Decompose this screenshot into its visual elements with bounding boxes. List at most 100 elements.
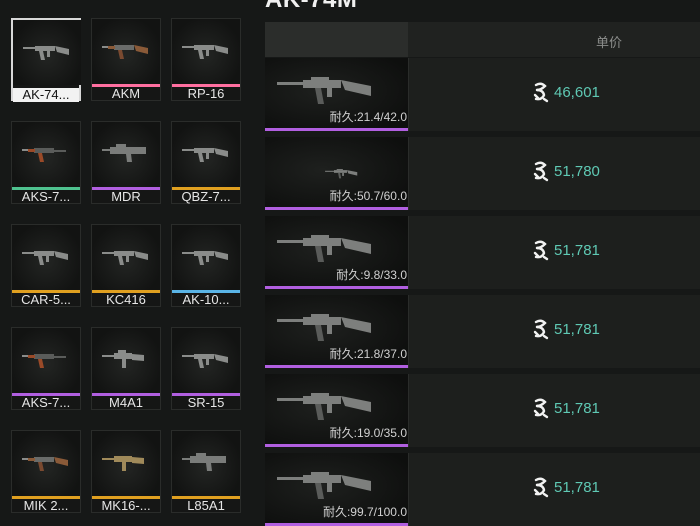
weapon-name: MK16-... [101, 499, 151, 513]
listing-row[interactable]: 耐久:99.7/100.0 51,781 [265, 453, 700, 526]
listing-item-image: 耐久:99.7/100.0 [265, 453, 408, 526]
price-cell: 46,601 [408, 58, 700, 131]
weapon-name: L85A1 [187, 499, 225, 513]
weapon-name: SR-15 [187, 396, 225, 410]
price-cell: 51,781 [408, 374, 700, 447]
unit-price: 51,781 [554, 400, 600, 417]
unit-price: 51,781 [554, 479, 600, 496]
ak-rifle-icon [324, 168, 357, 178]
currency-icon [533, 398, 549, 419]
weapon-card[interactable]: AKM [91, 18, 161, 101]
rifle-icon [22, 251, 68, 265]
currency-icon [532, 81, 550, 103]
aks-icon [22, 148, 66, 162]
weapon-thumbnail [172, 122, 240, 187]
weapon-thumbnail [172, 328, 240, 393]
weapon-card[interactable]: KC416 [91, 224, 161, 307]
rifle-icon [23, 46, 69, 60]
weapon-thumbnail [12, 225, 80, 290]
price-cell: 51,781 [408, 453, 700, 526]
weapon-card[interactable]: MK16-... [91, 430, 161, 513]
unit-price: 46,601 [554, 84, 600, 101]
rifle-icon [182, 45, 228, 59]
listing-item-image: 耐久:19.0/35.0 [265, 374, 408, 447]
listing-item-image: 耐久:21.8/37.0 [265, 295, 408, 368]
weapon-thumbnail [12, 431, 80, 496]
listing-header-price-column: 单价 [408, 22, 700, 57]
currency-icon [533, 477, 549, 498]
durability-text: 耐久:50.7/60.0 [329, 189, 407, 203]
price-cell: 51,781 [408, 216, 700, 289]
rifle-icon [182, 148, 228, 162]
weapon-thumbnail [12, 328, 80, 393]
durability-text: 耐久:19.0/35.0 [329, 426, 407, 440]
tan-rifle-icon [102, 456, 144, 471]
unit-price: 51,781 [554, 242, 600, 259]
rarity-bar [265, 444, 408, 447]
listing-row[interactable]: 耐久:21.8/37.0 51,781 [265, 295, 700, 368]
weapon-name: AKM [111, 87, 141, 101]
listing-row[interactable]: 耐久:19.0/35.0 51,781 [265, 374, 700, 447]
ak-rifle-icon [277, 235, 371, 262]
weapon-card[interactable]: AKS-7... [11, 121, 81, 204]
ak-rifle-icon [277, 393, 371, 420]
weapon-name: AK-74... [13, 88, 79, 102]
weapon-card[interactable]: RP-16 [171, 18, 241, 101]
weapon-name: CAR-5... [21, 293, 71, 307]
bullpup-icon [182, 453, 226, 471]
weapon-name: QBZ-7... [181, 190, 231, 204]
currency-icon [533, 82, 549, 103]
weapon-card[interactable]: AKS-7... [11, 327, 81, 410]
weapon-name: RP-16 [187, 87, 225, 101]
listing-item-image: 耐久:21.4/42.0 [265, 58, 408, 131]
ak-rifle-icon [277, 472, 371, 499]
akm-icon [102, 45, 148, 59]
weapon-thumbnail [92, 122, 160, 187]
weapon-card[interactable]: M4A1 [91, 327, 161, 410]
weapon-name: MIK 2... [23, 499, 69, 513]
listing-row[interactable]: 耐久:21.4/42.0 46,601 [265, 58, 700, 131]
rarity-bar [265, 286, 408, 289]
listing-row[interactable]: 耐久:9.8/33.0 51,781 [265, 216, 700, 289]
weapon-thumbnail [92, 328, 160, 393]
weapon-card[interactable]: AK-10... [171, 224, 241, 307]
listing-item-image: 耐久:50.7/60.0 [265, 137, 408, 210]
rarity-bar [265, 365, 408, 368]
ak-rifle-icon [277, 314, 371, 341]
listing-item-image: 耐久:9.8/33.0 [265, 216, 408, 289]
currency-icon [533, 161, 549, 182]
durability-text: 耐久:21.8/37.0 [329, 347, 407, 361]
weapon-name: AKS-7... [21, 190, 71, 204]
durability-text: 耐久:9.8/33.0 [336, 268, 407, 282]
listing-header-image-column [265, 22, 408, 57]
weapon-name: KC416 [106, 293, 146, 307]
weapon-thumbnail [12, 122, 80, 187]
weapon-thumbnail [13, 20, 81, 85]
currency-icon [532, 239, 550, 261]
weapon-thumbnail [92, 19, 160, 84]
unit-price: 51,781 [554, 321, 600, 338]
weapon-card[interactable]: L85A1 [171, 430, 241, 513]
weapon-card[interactable]: AK-74... [11, 18, 81, 102]
durability-text: 耐久:99.7/100.0 [322, 505, 407, 519]
rarity-bar [265, 207, 408, 210]
weapon-thumbnail [172, 431, 240, 496]
weapon-card[interactable]: QBZ-7... [171, 121, 241, 204]
price-cell: 51,781 [408, 295, 700, 368]
currency-icon [533, 319, 549, 340]
weapon-card[interactable]: SR-15 [171, 327, 241, 410]
weapon-thumbnail [92, 431, 160, 496]
weapon-card[interactable]: MIK 2... [11, 430, 81, 513]
weapon-thumbnail [172, 225, 240, 290]
currency-icon [532, 160, 550, 182]
ak-rifle-icon [277, 77, 371, 104]
currency-icon [532, 318, 550, 340]
weapon-card[interactable]: MDR [91, 121, 161, 204]
rarity-bar [265, 128, 408, 131]
listing-row[interactable]: 耐久:50.7/60.0 51,780 [265, 137, 700, 210]
currency-icon [532, 476, 550, 498]
currency-icon [533, 240, 549, 261]
weapon-name: M4A1 [109, 396, 143, 410]
weapon-card[interactable]: CAR-5... [11, 224, 81, 307]
price-cell: 51,780 [408, 137, 700, 210]
